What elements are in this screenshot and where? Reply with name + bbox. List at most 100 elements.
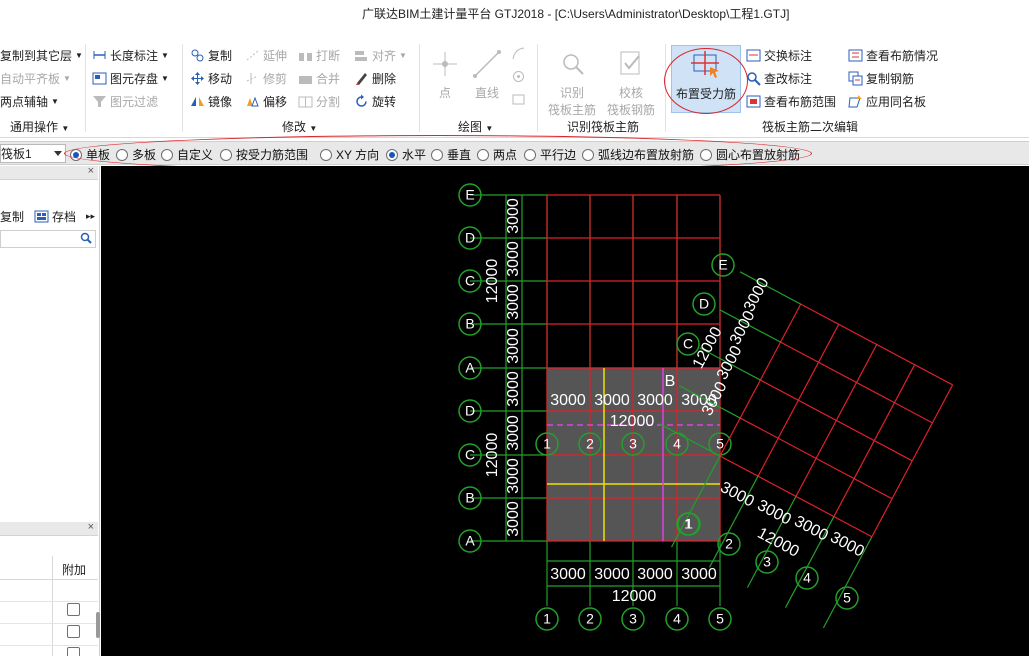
check-raft-rebar-button[interactable]: 校核 筏板钢筋: [604, 48, 658, 118]
search-icon[interactable]: [80, 232, 93, 245]
break-button[interactable]: 打断: [298, 46, 340, 64]
radio-label: 弧线边布置放射筋: [598, 148, 695, 162]
swap-annotation-icon: [746, 48, 761, 63]
axis-label: C: [465, 273, 475, 289]
radio-label: 单板: [86, 148, 111, 162]
radio-dot-icon[interactable]: [116, 148, 128, 161]
align-button[interactable]: 对齐 ▼: [354, 46, 407, 64]
group-label-common-ops[interactable]: 通用操作 ▼: [10, 118, 69, 135]
slab-select[interactable]: 筏板1: [0, 144, 66, 163]
axis-label: B: [465, 316, 474, 332]
radio-label: 自定义: [177, 148, 214, 162]
arc-draw-icon[interactable]: [511, 46, 526, 61]
identify-raft-rebar-button[interactable]: 识别 筏板主筋: [546, 48, 598, 118]
radio-dot-icon[interactable]: [161, 148, 173, 161]
axis-label: A: [465, 533, 475, 549]
swap-annotation-button[interactable]: 交换标注: [746, 46, 812, 64]
close-icon[interactable]: ×: [88, 165, 94, 177]
apply-same-slab-button[interactable]: 应用同名板: [848, 92, 926, 110]
radio-dot-icon[interactable]: [220, 148, 232, 161]
extra-checkbox[interactable]: [67, 647, 80, 656]
radio-dot-icon[interactable]: [477, 148, 489, 161]
circle-draw-icon[interactable]: [511, 69, 526, 84]
length-dimension-button[interactable]: 长度标注 ▼: [92, 46, 169, 64]
radio-dot-icon[interactable]: [700, 148, 712, 161]
radio-label: 多板: [132, 148, 157, 162]
extra-checkbox[interactable]: [67, 603, 80, 616]
copy-panel-button[interactable]: 复制: [0, 208, 24, 225]
element-save-icon: [92, 71, 107, 86]
group-label-draw[interactable]: 绘图 ▼: [458, 118, 493, 135]
radio-option[interactable]: 垂直: [431, 146, 471, 163]
dimension-label: 3000: [827, 529, 867, 561]
rectangle-draw-icon[interactable]: [511, 92, 526, 107]
radio-dot-icon[interactable]: [524, 148, 536, 161]
delete-button[interactable]: 删除: [354, 69, 396, 87]
mirror-button[interactable]: 镜像: [190, 92, 232, 110]
trim-button[interactable]: 修剪: [245, 69, 287, 87]
view-rebar-status-button[interactable]: 查看布筋情况: [848, 46, 938, 64]
radio-dot-icon[interactable]: [386, 148, 398, 161]
radio-option[interactable]: XY 方向: [320, 146, 379, 163]
dimension-label: 3000: [681, 566, 717, 583]
radio-option[interactable]: 自定义: [161, 146, 213, 163]
element-save-button[interactable]: 图元存盘 ▼: [92, 69, 169, 87]
view-range-icon: [746, 94, 761, 109]
query-annotation-icon: [746, 71, 761, 86]
move-button[interactable]: 移动: [190, 69, 232, 87]
cad-drawing[interactable]: EDCBADCBA3000300030003000120003000300030…: [101, 166, 1029, 656]
radio-option[interactable]: 按受力筋范围: [220, 146, 308, 163]
radio-dot-icon[interactable]: [320, 148, 332, 161]
radio-label: 垂直: [447, 148, 472, 162]
radio-option[interactable]: 多板: [116, 146, 156, 163]
two-point-aux-axis-button[interactable]: 两点辅轴 ▼: [0, 92, 59, 110]
radio-option[interactable]: 平行边: [524, 146, 576, 163]
radio-option[interactable]: 弧线边布置放射筋: [582, 146, 694, 163]
radio-option[interactable]: 圆心布置放射筋: [700, 146, 800, 163]
merge-button[interactable]: 合并: [298, 69, 340, 87]
radio-dot-icon[interactable]: [70, 148, 82, 161]
dimension-label: 3000: [505, 284, 522, 320]
drawing-canvas[interactable]: E D C B A D C B A 3000 3000 3000 3000 12000 3000 3000 30…: [101, 166, 1029, 656]
place-main-rebar-button[interactable]: 布置受力筋: [671, 45, 741, 113]
copy-button[interactable]: 复制: [190, 46, 232, 64]
dimension-label: 3000: [505, 501, 522, 537]
copy-rebar-button[interactable]: 复制钢筋: [848, 69, 914, 87]
view-rebar-range-button[interactable]: 查看布筋范围: [746, 92, 836, 110]
draw-line-button[interactable]: 直线: [470, 48, 504, 101]
radio-dot-icon[interactable]: [582, 148, 594, 161]
identify-icon: [556, 48, 588, 80]
axis-label: 5: [716, 611, 724, 627]
axis-label: B: [465, 490, 474, 506]
more-icon[interactable]: ▸▸: [86, 211, 95, 222]
auto-align-slab-button[interactable]: 自动平齐板 ▼: [0, 69, 71, 87]
search-input[interactable]: [0, 230, 96, 248]
query-edit-annotation-button[interactable]: 查改标注: [746, 69, 812, 87]
copy-to-other-floor-button[interactable]: 复制到其它层 ▼: [0, 46, 83, 64]
dropdown-arrow-icon: ▼: [161, 73, 169, 83]
offset-button[interactable]: 偏移: [245, 92, 287, 110]
radio-option[interactable]: 两点: [477, 146, 517, 163]
line-icon: [471, 48, 503, 80]
axis-label: 3: [629, 436, 637, 452]
archive-button[interactable]: 存档: [52, 208, 76, 225]
rotate-button[interactable]: 旋转: [354, 92, 396, 110]
draw-point-button[interactable]: 点: [428, 48, 462, 101]
element-filter-button[interactable]: 图元过滤: [92, 92, 158, 110]
extra-checkbox[interactable]: [67, 625, 80, 638]
scrollbar-handle[interactable]: [96, 612, 100, 638]
extend-button[interactable]: 延伸: [245, 46, 287, 64]
dimension-label: 3000: [505, 241, 522, 277]
split-button[interactable]: 分割: [298, 92, 340, 110]
axis-label: 3: [629, 611, 637, 627]
close-icon[interactable]: ×: [88, 521, 94, 533]
radio-option[interactable]: 水平: [386, 146, 426, 163]
grid-line: [795, 344, 878, 497]
ribbon-separator: [182, 44, 183, 132]
group-label-secondary-edit: 筏板主筋二次编辑: [762, 120, 859, 134]
radio-option[interactable]: 单板: [70, 146, 110, 163]
radio-dot-icon[interactable]: [431, 148, 443, 161]
dropdown-arrow-icon: ▼: [309, 124, 318, 133]
extend-icon: [245, 48, 260, 63]
group-label-modify[interactable]: 修改 ▼: [282, 118, 317, 135]
